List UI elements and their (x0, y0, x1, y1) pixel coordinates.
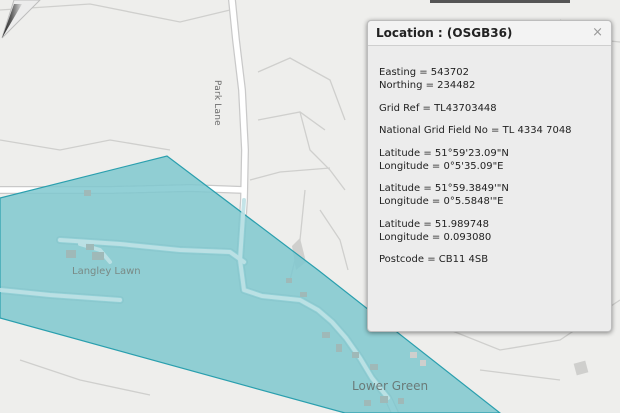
popup-body: Easting = 543702 Northing = 234482 Grid … (379, 66, 607, 266)
longitude-dm-value: Longitude = 0°5.5848'"E (379, 196, 504, 207)
longitude-dms-value: Longitude = 0°5'35.09"E (379, 160, 504, 172)
easting-value: Easting = 543702 (379, 67, 469, 78)
latitude-decimal-value: Latitude = 51.989748 (379, 218, 489, 230)
longitude-decimal-value: Longitude = 0.093080 (379, 231, 492, 243)
popup-pointer (1, 0, 41, 39)
northing-value: Northing = 234482 (379, 80, 476, 91)
national-grid-field-value: National Grid Field No = TL 4334 7048 (379, 125, 572, 136)
close-icon[interactable]: × (592, 25, 603, 40)
latitude-dm-value: Latitude = 51°59.3849'"N (379, 183, 509, 194)
postcode-value: Postcode = CB11 4SB (379, 254, 489, 265)
toolbar-edge (430, 0, 570, 3)
latitude-dms-value: Latitude = 51°59'23.09"N (379, 147, 509, 159)
popup-header: Location : (OSGB36) × (368, 21, 611, 46)
place-label-langley-lawn: Langley Lawn (72, 266, 141, 277)
popup-title: Location : (OSGB36) (376, 26, 513, 40)
grid-ref-value: Grid Ref = TL43703448 (379, 102, 497, 114)
road-label-park-lane: Park Lane (212, 80, 222, 126)
place-label-lower-green: Lower Green (352, 379, 429, 393)
map-canvas[interactable]: Park Lane Langley Lawn Lower Green Locat… (0, 0, 620, 413)
location-popup[interactable]: Location : (OSGB36) × Easting = 543702 N… (367, 20, 612, 332)
